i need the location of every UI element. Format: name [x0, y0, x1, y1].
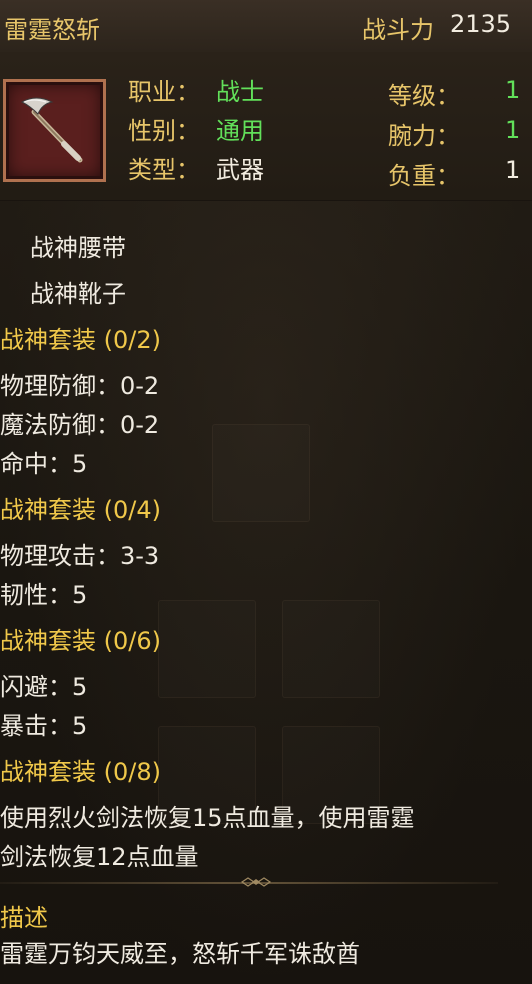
ornament-icon — [240, 877, 272, 887]
set-bonus-line: 魔法防御：0-2 — [0, 411, 160, 439]
background-slot — [282, 600, 380, 698]
tooltip-header: 雷霆怒斩 战斗力 2135 — [0, 0, 532, 52]
combat-power-value: 2135 — [450, 10, 512, 38]
axe-icon — [20, 97, 83, 163]
profession-label: 职业： — [128, 78, 200, 106]
background-slot — [212, 424, 310, 522]
set-bonus-line: 暴击：5 — [0, 712, 88, 740]
set-bonus-line: 命中：5 — [0, 450, 88, 478]
set-bonus-line: 物理攻击：3-3 — [0, 542, 160, 570]
strength-label: 腕力： — [388, 122, 460, 150]
weight-label: 负重： — [388, 162, 460, 190]
description-text: 雷霆万钧天威至，怒斩千军诛敌酋 — [0, 940, 360, 968]
set-bonus-title: 战神套装 (0/2) — [0, 326, 161, 354]
set-bonus-line: 物理防御：0-2 — [0, 372, 160, 400]
profession-value: 战士 — [216, 78, 264, 106]
set-piece-item: 战神靴子 — [30, 280, 126, 308]
level-label: 等级： — [388, 82, 460, 110]
background-slot — [158, 600, 256, 698]
set-bonus-title: 战神套装 (0/4) — [0, 496, 161, 524]
level-value: 1 — [505, 76, 521, 104]
gender-value: 通用 — [216, 117, 264, 145]
set-bonus-line: 韧性：5 — [0, 581, 88, 609]
set-bonus-line: 闪避：5 — [0, 673, 88, 701]
type-value: 武器 — [216, 156, 264, 184]
set-bonus-title: 战神套装 (0/8) — [0, 758, 161, 786]
gender-label: 性别： — [128, 117, 200, 145]
weight-value: 1 — [505, 156, 521, 184]
set-bonus-line: 剑法恢复12点血量 — [0, 843, 199, 871]
description-title: 描述 — [0, 904, 48, 932]
set-piece-item: 战神腰带 — [30, 234, 126, 262]
set-bonus-title: 战神套装 (0/6) — [0, 627, 161, 655]
type-label: 类型： — [128, 156, 200, 184]
item-icon-frame — [3, 79, 106, 182]
set-bonus-line: 使用烈火剑法恢复15点血量，使用雷霆 — [0, 804, 415, 832]
item-name: 雷霆怒斩 — [4, 16, 100, 44]
combat-power-label: 战斗力 — [362, 16, 434, 44]
item-tooltip-panel: 雷霆怒斩 战斗力 2135 职业： 战士 性别： 通用 类型： 武器 等级： 1… — [0, 0, 532, 984]
strength-value: 1 — [505, 116, 521, 144]
